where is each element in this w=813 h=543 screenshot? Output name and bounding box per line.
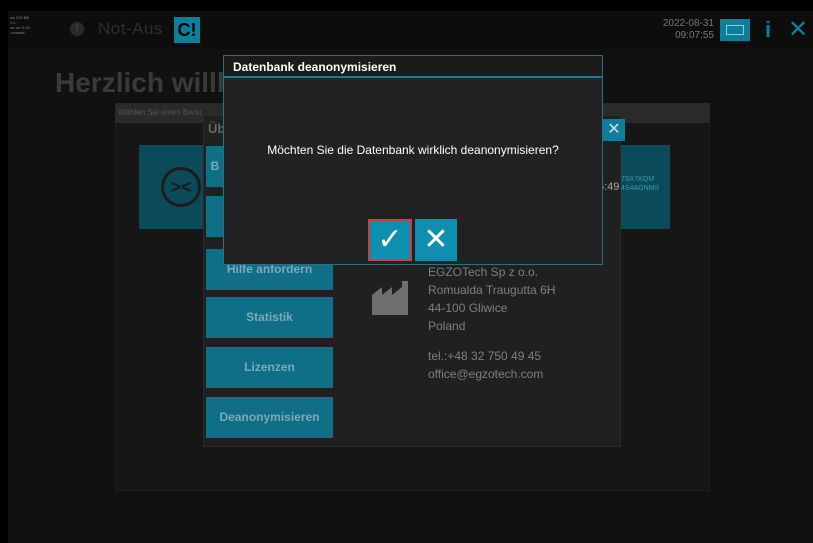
date-text: 2022-08-31 <box>662 18 714 29</box>
time-text: 09:07:55 <box>675 30 714 41</box>
company-info: EGZOTech Sp z o.o. Romualda Traugutta 6H… <box>428 263 555 383</box>
company-name: EGZOTech Sp z o.o. <box>428 265 539 279</box>
top-bar: ws 220 BB 1.1 es ver 0.00 -unused ! Not-… <box>8 11 813 49</box>
cancel-button[interactable]: ✕ <box>415 219 457 261</box>
user-tile[interactable]: 7SX7KQM 4S4AGNMS <box>618 145 670 229</box>
deanonymize-button[interactable]: Deanonymisieren <box>206 397 333 438</box>
keyboard-icon[interactable] <box>720 19 750 41</box>
warning-icon: ! <box>70 22 84 36</box>
about-button-top-label: B <box>210 159 220 173</box>
about-button-top[interactable]: B <box>206 146 224 187</box>
about-close-button[interactable]: ✕ <box>603 119 625 141</box>
user-code: 7SX7KQM 4S4AGNMS <box>621 176 660 192</box>
close-icon: ✕ <box>423 223 449 256</box>
factory-icon <box>372 281 408 315</box>
angry-face-icon: >< <box>161 167 201 207</box>
about-button-second[interactable] <box>206 196 224 237</box>
confirm-dialog-title: Datenbank deanonymisieren <box>233 60 397 74</box>
company-city: 44-100 Gliwice <box>428 301 508 315</box>
close-app-icon[interactable]: ✕ <box>786 16 810 44</box>
app-screen: ws 220 BB 1.1 es ver 0.00 -unused ! Not-… <box>8 11 813 543</box>
confirm-dialog-header: Datenbank deanonymisieren <box>224 56 602 78</box>
emergency-stop-label: Not-Aus <box>98 19 163 38</box>
licenses-button[interactable]: Lizenzen <box>206 347 333 388</box>
checkmark-icon: ✓ <box>377 223 403 256</box>
confirm-button[interactable]: ✓ <box>368 219 412 261</box>
statistics-button[interactable]: Statistik <box>206 297 333 338</box>
confirm-dialog: Datenbank deanonymisieren Möchten Sie di… <box>223 55 603 265</box>
company-street: Romualda Traugutta 6H <box>428 283 556 297</box>
system-info: ws 220 BB 1.1 es ver 0.00 -unused <box>10 15 30 35</box>
company-phone: tel.:+48 32 750 49 45 <box>428 349 542 363</box>
datetime-display: 2022-08-31 09:07:55 <box>652 18 714 42</box>
welcome-title: Herzlich willk <box>55 67 233 98</box>
confirm-dialog-message: Möchten Sie die Datenbank wirklich deano… <box>267 143 559 157</box>
company-country: Poland <box>428 319 466 333</box>
info-icon[interactable]: i <box>757 16 779 44</box>
company-email: office@egzotech.com <box>428 367 544 381</box>
logo-icon: C! <box>174 17 200 43</box>
